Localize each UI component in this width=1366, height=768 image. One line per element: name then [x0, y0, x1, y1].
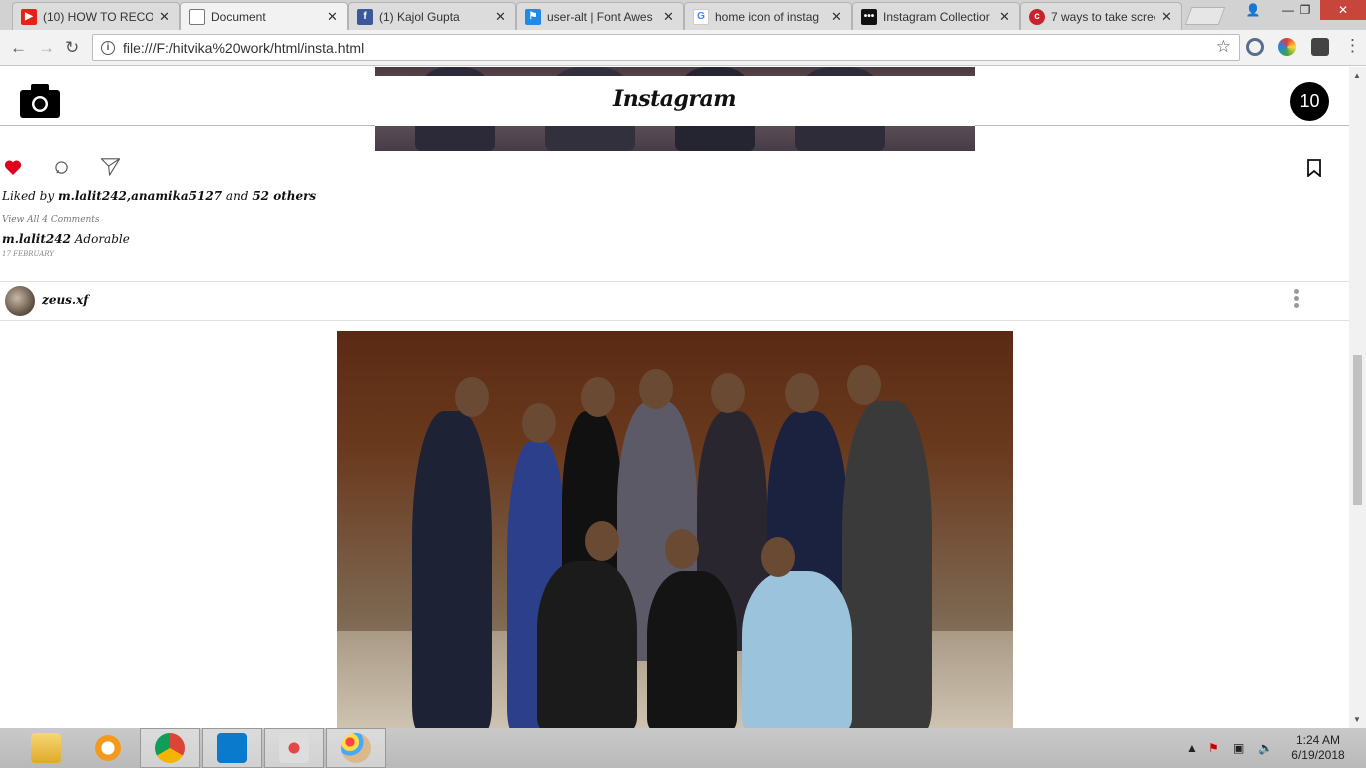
- page-scrollbar[interactable]: ▲ ▼: [1349, 67, 1366, 728]
- close-icon[interactable]: ✕: [1161, 9, 1173, 25]
- scroll-down-icon[interactable]: ▼: [1353, 715, 1361, 724]
- vscode-icon[interactable]: [202, 728, 262, 768]
- url-text: file:///F:/hitvika%20work/html/insta.htm…: [123, 39, 365, 56]
- forward-arrow-icon[interactable]: →: [38, 38, 55, 58]
- flag-icon: ⚑: [525, 8, 541, 25]
- menu-kebab-icon[interactable]: ⋮: [1344, 36, 1361, 56]
- bookmark-star-icon[interactable]: ☆: [1216, 37, 1231, 57]
- paint-icon[interactable]: [326, 728, 386, 768]
- liked-others[interactable]: 52 others: [252, 189, 316, 203]
- tab-title: (10) HOW TO RECOR: [43, 9, 153, 24]
- extension-eye-icon[interactable]: [1246, 38, 1264, 56]
- tab-title: user-alt | Font Awes: [547, 9, 653, 24]
- instagram-header: Instagram 10: [0, 76, 1349, 126]
- notification-badge[interactable]: 10: [1290, 82, 1329, 121]
- tab-instagram-collection[interactable]: ••• Instagram Collectior ✕: [852, 2, 1020, 30]
- tab-title: 7 ways to take scree: [1051, 9, 1155, 24]
- camera-icon[interactable]: [20, 84, 60, 118]
- liked-users[interactable]: m.lalit242,anamika5127: [58, 189, 222, 203]
- view-comments-link[interactable]: View All 4 Comments: [2, 215, 100, 225]
- close-icon[interactable]: ✕: [831, 9, 843, 25]
- post-header: zeus.xf: [0, 281, 1349, 321]
- snipping-tool-icon[interactable]: [264, 728, 324, 768]
- post-actions: [0, 151, 1349, 187]
- liked-by-label: Liked by: [2, 189, 55, 203]
- close-icon[interactable]: ✕: [327, 9, 339, 25]
- browser-toolbar: ← → ↻ i file:///F:/hitvika%20work/html/i…: [0, 30, 1366, 66]
- tab-document[interactable]: Document ✕: [180, 2, 348, 30]
- post-photo: [337, 331, 1013, 728]
- windows-taskbar: ▲ ⚑ ▣ 🔈 1:24 AM 6/19/2018: [0, 728, 1366, 768]
- close-icon[interactable]: ✕: [159, 9, 171, 25]
- clock-time: 1:24 AM: [1295, 733, 1341, 747]
- scroll-up-icon[interactable]: ▲: [1353, 71, 1361, 80]
- tab-youtube[interactable]: ▶ (10) HOW TO RECOR ✕: [12, 2, 180, 30]
- liked-and-label: and: [225, 189, 249, 203]
- post-username[interactable]: zeus.xf: [42, 293, 88, 307]
- back-arrow-icon[interactable]: ←: [10, 38, 27, 58]
- tab-screenshot[interactable]: c 7 ways to take scree ✕: [1020, 2, 1182, 30]
- comment-icon[interactable]: [54, 160, 69, 175]
- extension-tool-icon[interactable]: [1311, 38, 1329, 56]
- profile-icon[interactable]: 👤: [1238, 0, 1268, 20]
- comment-username[interactable]: m.lalit242: [2, 232, 71, 246]
- heart-icon[interactable]: [4, 159, 22, 176]
- tab-fontawesome[interactable]: ⚑ user-alt | Font Awes ✕: [516, 2, 684, 30]
- post-date: 17 FEBRUARY: [2, 250, 54, 258]
- restore-button[interactable]: ❐: [1290, 0, 1320, 20]
- tab-title: Document: [211, 9, 266, 24]
- network-warning-icon[interactable]: ⚑: [1208, 728, 1219, 768]
- c-icon: c: [1029, 8, 1045, 25]
- new-tab-button[interactable]: [1184, 7, 1226, 25]
- close-icon[interactable]: ✕: [495, 9, 507, 25]
- more-options-icon[interactable]: [1291, 287, 1301, 313]
- close-window-button[interactable]: ✕: [1320, 0, 1366, 20]
- share-icon[interactable]: [100, 157, 121, 177]
- app-swirl-icon[interactable]: [78, 728, 138, 768]
- tab-google[interactable]: G home icon of instag ✕: [684, 2, 852, 30]
- page-viewport: Instagram 10 Liked by m.lalit242,anamika…: [0, 67, 1366, 728]
- info-icon[interactable]: i: [101, 40, 115, 55]
- tab-title: home icon of instag: [715, 9, 820, 24]
- address-bar[interactable]: i file:///F:/hitvika%20work/html/insta.h…: [92, 34, 1240, 61]
- likes-line: Liked by m.lalit242,anamika5127 and 52 o…: [2, 189, 316, 203]
- extension-color-icon[interactable]: [1278, 38, 1296, 56]
- google-icon: G: [693, 8, 709, 25]
- scroll-thumb[interactable]: [1353, 355, 1362, 505]
- tab-strip: ▶ (10) HOW TO RECOR ✕ Document ✕ f (1) K…: [0, 0, 1366, 30]
- close-icon[interactable]: ✕: [663, 9, 675, 25]
- close-icon[interactable]: ✕: [999, 9, 1011, 25]
- system-clock[interactable]: 1:24 AM 6/19/2018: [1282, 733, 1354, 763]
- tray-expand-icon[interactable]: ▲: [1186, 728, 1198, 768]
- chrome-icon[interactable]: [140, 728, 200, 768]
- file-explorer-icon[interactable]: [16, 728, 76, 768]
- tab-title: Instagram Collectior: [883, 9, 990, 24]
- comment-text: Adorable: [74, 232, 130, 246]
- facebook-icon: f: [357, 8, 373, 25]
- avatar[interactable]: [5, 286, 35, 316]
- youtube-icon: ▶: [21, 8, 37, 25]
- document-icon: [189, 8, 205, 25]
- network-icon[interactable]: ▣: [1233, 728, 1244, 768]
- dots-icon: •••: [861, 8, 877, 25]
- reload-icon[interactable]: ↻: [65, 38, 79, 58]
- clock-date: 6/19/2018: [1291, 748, 1345, 762]
- comment-line: m.lalit242 Adorable: [2, 232, 130, 246]
- bookmark-icon[interactable]: [1307, 159, 1321, 177]
- tab-facebook[interactable]: f (1) Kajol Gupta ✕: [348, 2, 516, 30]
- tab-title: (1) Kajol Gupta: [379, 9, 460, 24]
- volume-icon[interactable]: 🔈: [1258, 728, 1273, 768]
